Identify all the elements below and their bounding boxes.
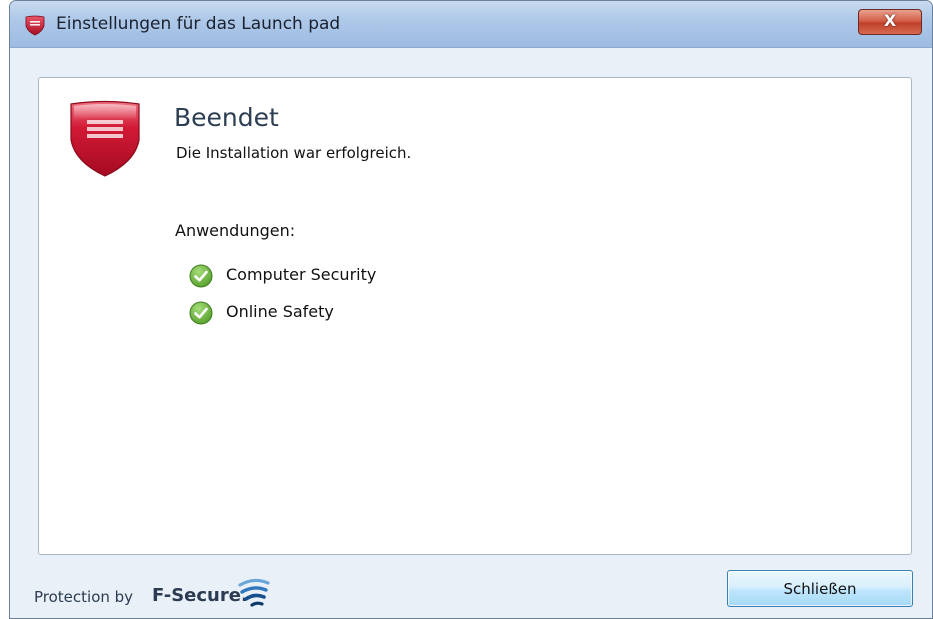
protection-by-label: Protection by [34,588,134,606]
applications-label: Anwendungen: [175,221,296,240]
close-icon: X [883,11,897,30]
fsecure-shield-icon [25,15,45,36]
app-name: Online Safety [226,302,334,321]
installer-window: Einstellungen für das Launch pad X Beend… [9,0,933,619]
page-title: Beendet [174,103,279,132]
close-button-label: Schließen [783,580,857,598]
check-circle-icon [189,301,213,325]
window-close-button[interactable]: X [858,9,922,35]
close-button[interactable]: Schließen [727,570,913,607]
fsecure-shield-logo-icon [70,100,140,177]
fsecure-wave-logo-icon [238,578,270,607]
check-circle-icon [189,264,213,288]
app-name: Computer Security [226,265,377,284]
status-message: Die Installation war erfolgreich. [176,144,412,162]
title-bar[interactable]: Einstellungen für das Launch pad X [10,1,932,48]
content-panel: Beendet Die Installation war erfolgreich… [38,77,912,555]
window-title: Einstellungen für das Launch pad [56,14,341,34]
